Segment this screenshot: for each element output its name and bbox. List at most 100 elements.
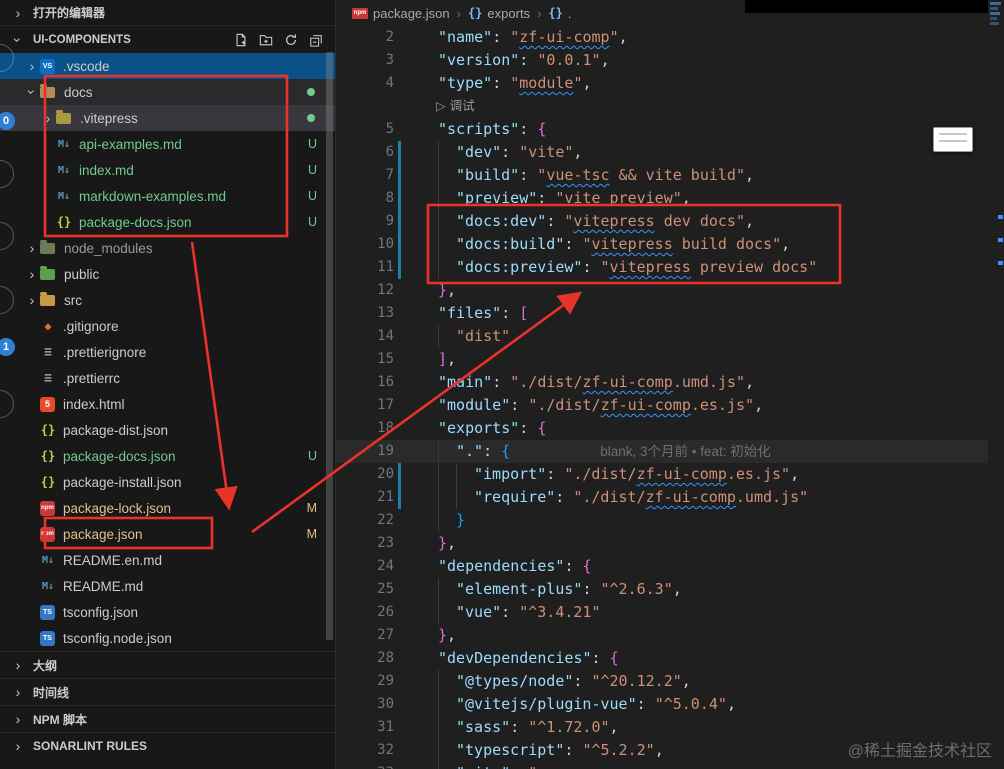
- tree-item-package-docs.json[interactable]: {} package-docs.json U: [0, 209, 335, 235]
- md-icon: M↓: [57, 138, 71, 150]
- code-token: vitepress: [609, 258, 691, 276]
- code-token: "dependencies": [438, 557, 565, 575]
- code-token: "vite": [456, 764, 510, 769]
- code-line-26[interactable]: 26 "vue": "^3.4.21": [336, 601, 988, 624]
- codelens-debug[interactable]: ▷ 调试: [336, 95, 988, 118]
- project-section-header[interactable]: › UI-COMPONENTS: [0, 26, 335, 53]
- tree-item-node_modules[interactable]: › node_modules: [0, 235, 335, 261]
- tree-item-package-install.json[interactable]: {} package-install.json: [0, 469, 335, 495]
- new-folder-icon[interactable]: [259, 33, 273, 47]
- code-line-13[interactable]: 13 "files": [: [336, 302, 988, 325]
- tree-item-docs[interactable]: › docs: [0, 79, 335, 105]
- tree-item-tsconfig.json[interactable]: TS tsconfig.json: [0, 599, 335, 625]
- open-editors-header[interactable]: › 打开的编辑器: [0, 0, 335, 26]
- git-change-bar: [398, 256, 401, 279]
- code-line-29[interactable]: 29 "@types/node": "^20.12.2",: [336, 670, 988, 693]
- code-line-6[interactable]: 6 "dev": "vite",: [336, 141, 988, 164]
- code-token: :: [564, 557, 583, 575]
- tree-item-.gitignore[interactable]: ◆ .gitignore: [0, 313, 335, 339]
- code-line-2[interactable]: 2 "name": "zf-ui-comp",: [336, 26, 988, 49]
- sidebar-section-大纲[interactable]: › 大纲: [0, 651, 335, 678]
- breadcrumb-item-package.json[interactable]: npm package.json: [352, 6, 450, 21]
- codelens-label: 调试: [449, 99, 475, 113]
- chevron-closed-icon: ›: [45, 110, 51, 126]
- code-line-30[interactable]: 30 "@vitejs/plugin-vue": "^5.0.4",: [336, 693, 988, 716]
- sidebar-bottom-sections: › 大纲 › 时间线 › NPM 脚本 › SONARLINT RULES: [0, 651, 335, 759]
- tree-item-.prettierrc[interactable]: ≡ .prettierrc: [0, 365, 335, 391]
- code-line-18[interactable]: 18 "exports": {: [336, 417, 988, 440]
- file-tree: › VS .vscode › docs › .vitepress M↓ api-examples…: [0, 53, 335, 651]
- tree-item-.vitepress[interactable]: › .vitepress: [0, 105, 335, 131]
- code-token: ": [573, 74, 583, 92]
- code-line-19[interactable]: 19 ".": {blank, 3个月前 • feat: 初始化: [336, 440, 988, 463]
- tree-item-package-docs.json[interactable]: {} package-docs.json U: [0, 443, 335, 469]
- indent-guide: [438, 463, 439, 486]
- code-line-14[interactable]: 14 "dist": [336, 325, 988, 348]
- tree-item-.vscode[interactable]: › VS .vscode: [0, 53, 335, 79]
- code-line-9[interactable]: 9 "docs:dev": "vitepress dev docs",: [336, 210, 988, 233]
- sidebar-scrollbar[interactable]: [326, 52, 333, 640]
- tree-item-index.html[interactable]: 5 index.html: [0, 391, 335, 417]
- file-label: package-install.json: [63, 474, 182, 490]
- tree-item-README.en.md[interactable]: M↓ README.en.md: [0, 547, 335, 573]
- code-token: zf-ui-comp: [582, 373, 673, 391]
- tree-item-package.json[interactable]: npm package.json M: [0, 521, 335, 547]
- code-line-25[interactable]: 25 "element-plus": "^2.6.3",: [336, 578, 988, 601]
- code-line-3[interactable]: 3 "version": "0.0.1",: [336, 49, 988, 72]
- code-token: {: [537, 419, 547, 437]
- line-number: 6: [385, 144, 394, 160]
- breadcrumb-item-.[interactable]: {}.: [548, 6, 571, 21]
- code-token: zf-ui-comp: [519, 28, 610, 46]
- code-line-28[interactable]: 28 "devDependencies": {: [336, 647, 988, 670]
- code-line-23[interactable]: 23},: [336, 532, 988, 555]
- code-line-33[interactable]: 33 "vite": ": [336, 762, 988, 769]
- code-line-7[interactable]: 7 "build": "vue-tsc && vite build",: [336, 164, 988, 187]
- sidebar-section-SONARLINT RULES[interactable]: › SONARLINT RULES: [0, 732, 335, 759]
- code-line-31[interactable]: 31 "sass": "^1.72.0",: [336, 716, 988, 739]
- minimap-line: [990, 12, 1000, 15]
- sidebar-section-NPM 脚本[interactable]: › NPM 脚本: [0, 705, 335, 732]
- collapse-all-icon[interactable]: [309, 33, 323, 47]
- section-label: NPM 脚本: [33, 712, 88, 727]
- breadcrumb-item-exports[interactable]: {} exports: [468, 6, 530, 21]
- code-line-27[interactable]: 27},: [336, 624, 988, 647]
- tree-item-markdown-examples.md[interactable]: M↓ markdown-examples.md U: [0, 183, 335, 209]
- line-number: 5: [385, 121, 394, 137]
- tree-item-package-dist.json[interactable]: {} package-dist.json: [0, 417, 335, 443]
- tree-item-public[interactable]: › public: [0, 261, 335, 287]
- tree-item-tsconfig.node.json[interactable]: TS tsconfig.node.json: [0, 625, 335, 651]
- file-label: node_modules: [64, 240, 153, 256]
- new-file-icon[interactable]: [234, 33, 248, 47]
- git-status-badge: M: [306, 527, 317, 541]
- code-line-5[interactable]: 5 "scripts": {: [336, 118, 988, 141]
- code-line-21[interactable]: 21 "require": "./dist/zf-ui-comp.umd.js": [336, 486, 988, 509]
- section-label: SONARLINT RULES: [33, 739, 147, 753]
- tree-item-package-lock.json[interactable]: npm package-lock.json M: [0, 495, 335, 521]
- code-line-8[interactable]: 8 "preview": "vite preview",: [336, 187, 988, 210]
- code-line-24[interactable]: 24 "dependencies": {: [336, 555, 988, 578]
- minimap[interactable]: [988, 0, 1004, 769]
- tree-item-api-examples.md[interactable]: M↓ api-examples.md U: [0, 131, 335, 157]
- code-line-16[interactable]: 16 "main": "./dist/zf-ui-comp.umd.js",: [336, 371, 988, 394]
- code-token: "element-plus": [456, 580, 583, 598]
- code-token: zf-ui-comp: [636, 465, 727, 483]
- code-line-4[interactable]: 4 "type": "module",: [336, 72, 988, 95]
- code-line-22[interactable]: 22}: [336, 509, 988, 532]
- code-line-10[interactable]: 10 "docs:build": "vitepress build docs",: [336, 233, 988, 256]
- code-line-20[interactable]: 20 "import": "./dist/zf-ui-comp.es.js",: [336, 463, 988, 486]
- git-status-badge: U: [307, 189, 317, 203]
- sidebar-section-时间线[interactable]: › 时间线: [0, 678, 335, 705]
- project-section-title: UI-COMPONENTS: [33, 33, 131, 46]
- code-line-17[interactable]: 17 "module": "./dist/zf-ui-comp.es.js",: [336, 394, 988, 417]
- code-token: "sass": [456, 718, 511, 736]
- tree-item-README.md[interactable]: M↓ README.md: [0, 573, 335, 599]
- tree-item-index.md[interactable]: M↓ index.md U: [0, 157, 335, 183]
- code-line-11[interactable]: 11 "docs:preview": "vitepress preview doc…: [336, 256, 988, 279]
- html-icon: 5: [40, 396, 55, 412]
- code-line-12[interactable]: 12},: [336, 279, 988, 302]
- code-line-15[interactable]: 15],: [336, 348, 988, 371]
- refresh-icon[interactable]: [284, 33, 298, 47]
- tree-item-.prettierignore[interactable]: ≡ .prettierignore: [0, 339, 335, 365]
- tree-item-src[interactable]: › src: [0, 287, 335, 313]
- code-token: ,: [790, 465, 800, 483]
